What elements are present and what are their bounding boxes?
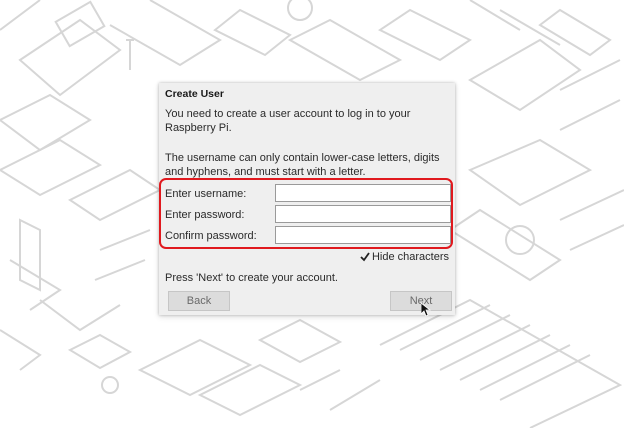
username-rules-text: The username can only contain lower-case… bbox=[165, 152, 440, 178]
checkmark-icon bbox=[360, 252, 370, 262]
mouse-pointer-icon bbox=[421, 303, 431, 317]
username-label: Enter username: bbox=[165, 188, 247, 200]
password-input[interactable] bbox=[275, 205, 451, 223]
dialog-title: Create User bbox=[165, 88, 224, 100]
confirm-password-label: Confirm password: bbox=[165, 230, 257, 242]
username-input[interactable] bbox=[275, 184, 451, 202]
hide-characters-label: Hide characters bbox=[371, 251, 449, 263]
instruction-text: Press 'Next' to create your account. bbox=[165, 272, 338, 284]
intro-text: You need to create a user account to log… bbox=[165, 108, 411, 134]
back-button[interactable]: Back bbox=[168, 291, 230, 311]
confirm-password-input[interactable] bbox=[275, 226, 451, 244]
hide-characters-checkbox[interactable]: Hide characters bbox=[360, 251, 449, 263]
create-user-dialog: Create User You need to create a user ac… bbox=[159, 83, 455, 317]
password-label: Enter password: bbox=[165, 209, 245, 221]
